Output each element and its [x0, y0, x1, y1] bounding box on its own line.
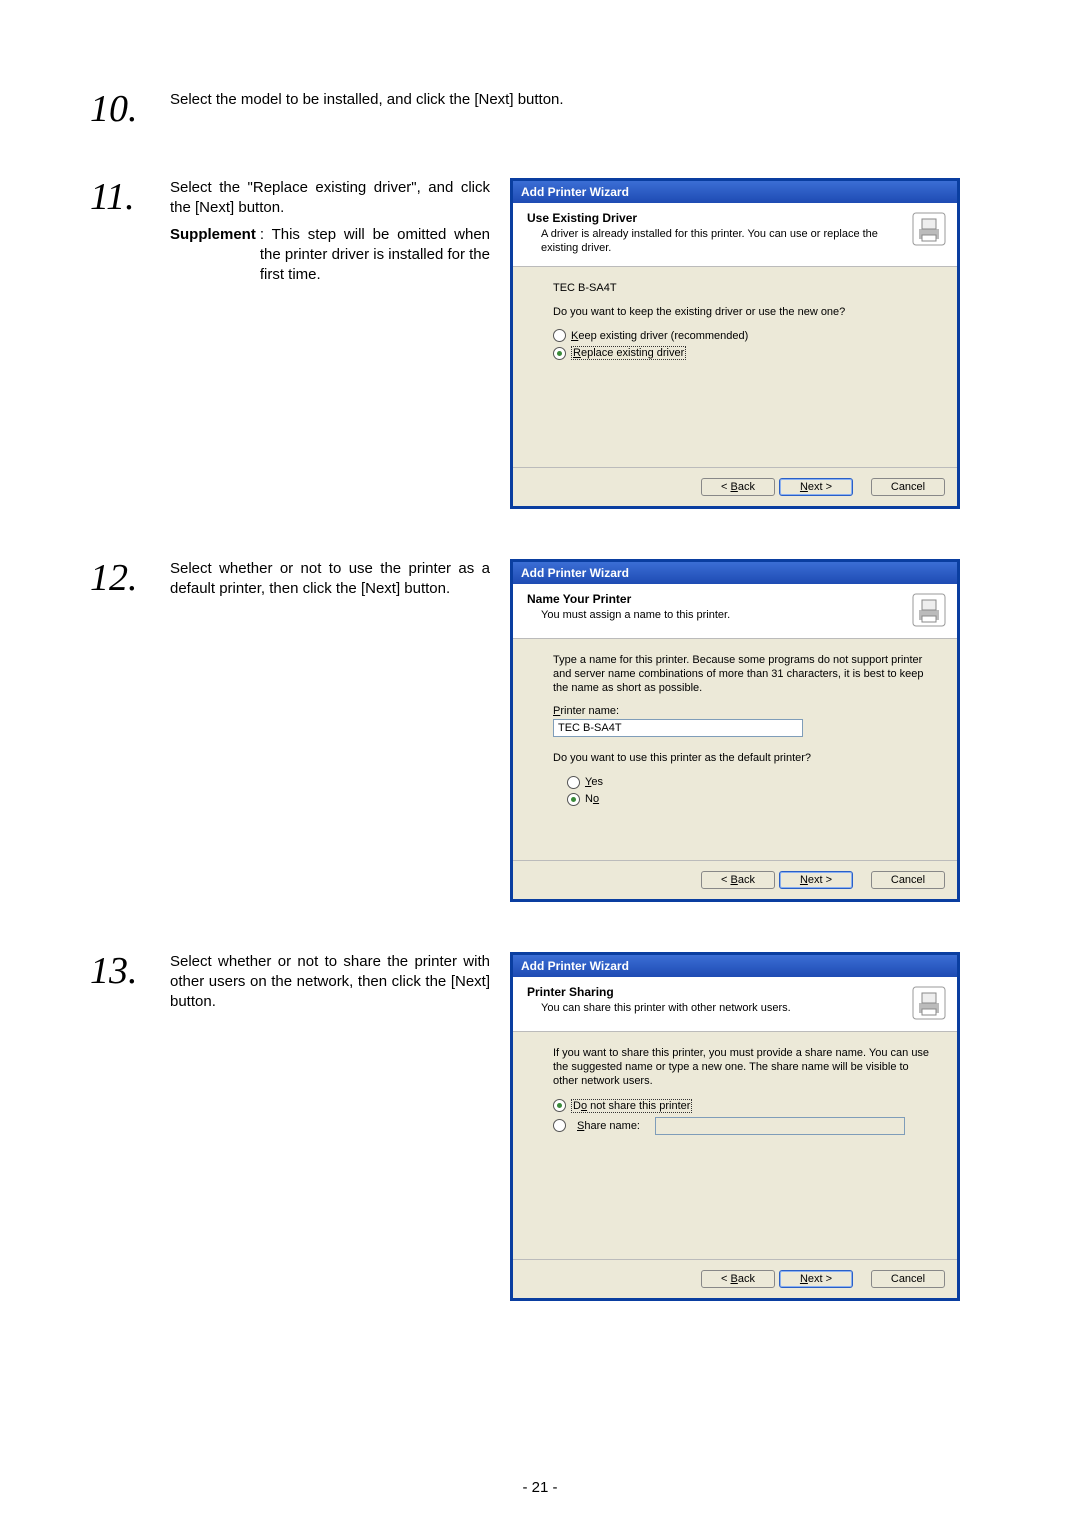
wizard-title: Add Printer Wizard [513, 955, 957, 977]
next-button[interactable]: Next > [779, 1270, 853, 1288]
printer-model-text: TEC B-SA4T [553, 281, 931, 295]
name-instructions: Type a name for this printer. Because so… [553, 653, 931, 696]
radio-checked-icon [567, 793, 580, 806]
driver-question: Do you want to keep the existing driver … [553, 305, 931, 319]
step-12: 12. Select whether or not to use the pri… [90, 559, 990, 902]
radio-unchecked-icon [567, 776, 580, 789]
wizard-header-sub: You must assign a name to this printer. [541, 608, 905, 622]
wizard-body: If you want to share this printer, you m… [513, 1032, 957, 1259]
wizard-header-sub: You can share this printer with other ne… [541, 1001, 905, 1015]
wizard-header-title: Use Existing Driver [527, 211, 905, 225]
radio-keep-label: eep existing driver (recommended) [578, 330, 748, 342]
cancel-button[interactable]: Cancel [871, 871, 945, 889]
back-button[interactable]: < Back [701, 478, 775, 496]
back-button[interactable]: < Back [701, 871, 775, 889]
radio-checked-icon [553, 1099, 566, 1112]
radio-default-yes[interactable]: Yes [567, 776, 931, 789]
step-text: Select the model to be installed, and cl… [170, 90, 990, 110]
printer-icon [911, 985, 947, 1021]
wizard-title: Add Printer Wizard [513, 562, 957, 584]
default-printer-question: Do you want to use this printer as the d… [553, 751, 931, 765]
step-11: 11. Select the "Replace existing driver"… [90, 178, 990, 509]
step-para: Select the "Replace existing driver", an… [170, 178, 490, 219]
wizard-button-row: < Back Next > Cancel [513, 467, 957, 506]
wizard-name-your-printer: Add Printer Wizard Name Your Printer You… [510, 559, 960, 902]
step-number: 10. [90, 90, 170, 128]
radio-checked-icon [553, 347, 566, 360]
wizard-title: Add Printer Wizard [513, 181, 957, 203]
wizard-header-title: Name Your Printer [527, 592, 905, 606]
document-page: 10. Select the model to be installed, an… [0, 0, 1080, 1528]
back-button[interactable]: < Back [701, 1270, 775, 1288]
wizard-header: Name Your Printer You must assign a name… [513, 584, 957, 639]
step-text: Select whether or not to use the printer… [170, 559, 490, 600]
next-button[interactable]: Next > [779, 478, 853, 496]
wizard-button-row: < Back Next > Cancel [513, 1259, 957, 1298]
wizard-button-row: < Back Next > Cancel [513, 860, 957, 899]
step-text: Select whether or not to share the print… [170, 952, 490, 1013]
radio-replace-label: eplace existing driver [581, 347, 684, 359]
share-instructions: If you want to share this printer, you m… [553, 1046, 931, 1089]
wizard-use-existing-driver: Add Printer Wizard Use Existing Driver A… [510, 178, 960, 509]
printer-icon [911, 592, 947, 628]
radio-default-no[interactable]: No [567, 793, 931, 806]
page-number: - 21 - [0, 1479, 1080, 1496]
radio-replace-existing[interactable]: Replace existing driver [553, 346, 931, 360]
supplement-text: : This step will be omitted when the pri… [260, 225, 490, 286]
wizard-header: Use Existing Driver A driver is already … [513, 203, 957, 267]
radio-do-not-share[interactable]: Do not share this printer [553, 1099, 931, 1113]
wizard-printer-sharing: Add Printer Wizard Printer Sharing You c… [510, 952, 960, 1301]
wizard-header-sub: A driver is already installed for this p… [541, 227, 905, 256]
radio-keep-existing[interactable]: Keep existing driver (recommended) [553, 329, 931, 342]
radio-unchecked-icon [553, 1119, 566, 1132]
wizard-body: Type a name for this printer. Because so… [513, 639, 957, 860]
next-button[interactable]: Next > [779, 871, 853, 889]
wizard-body: TEC B-SA4T Do you want to keep the exist… [513, 267, 957, 467]
supplement-label: Supplement [170, 225, 256, 286]
wizard-header-title: Printer Sharing [527, 985, 905, 999]
step-number: 12. [90, 559, 170, 597]
cancel-button[interactable]: Cancel [871, 1270, 945, 1288]
share-name-input[interactable] [655, 1117, 905, 1135]
printer-name-input[interactable] [553, 719, 803, 737]
step-text: Select the "Replace existing driver", an… [170, 178, 490, 285]
step-13: 13. Select whether or not to share the p… [90, 952, 990, 1301]
wizard-header: Printer Sharing You can share this print… [513, 977, 957, 1032]
step-number: 13. [90, 952, 170, 990]
radio-unchecked-icon [553, 329, 566, 342]
radio-share-name[interactable]: Share name: [553, 1117, 931, 1135]
step-10: 10. Select the model to be installed, an… [90, 90, 990, 128]
printer-icon [911, 211, 947, 247]
cancel-button[interactable]: Cancel [871, 478, 945, 496]
step-number: 11. [90, 178, 170, 216]
